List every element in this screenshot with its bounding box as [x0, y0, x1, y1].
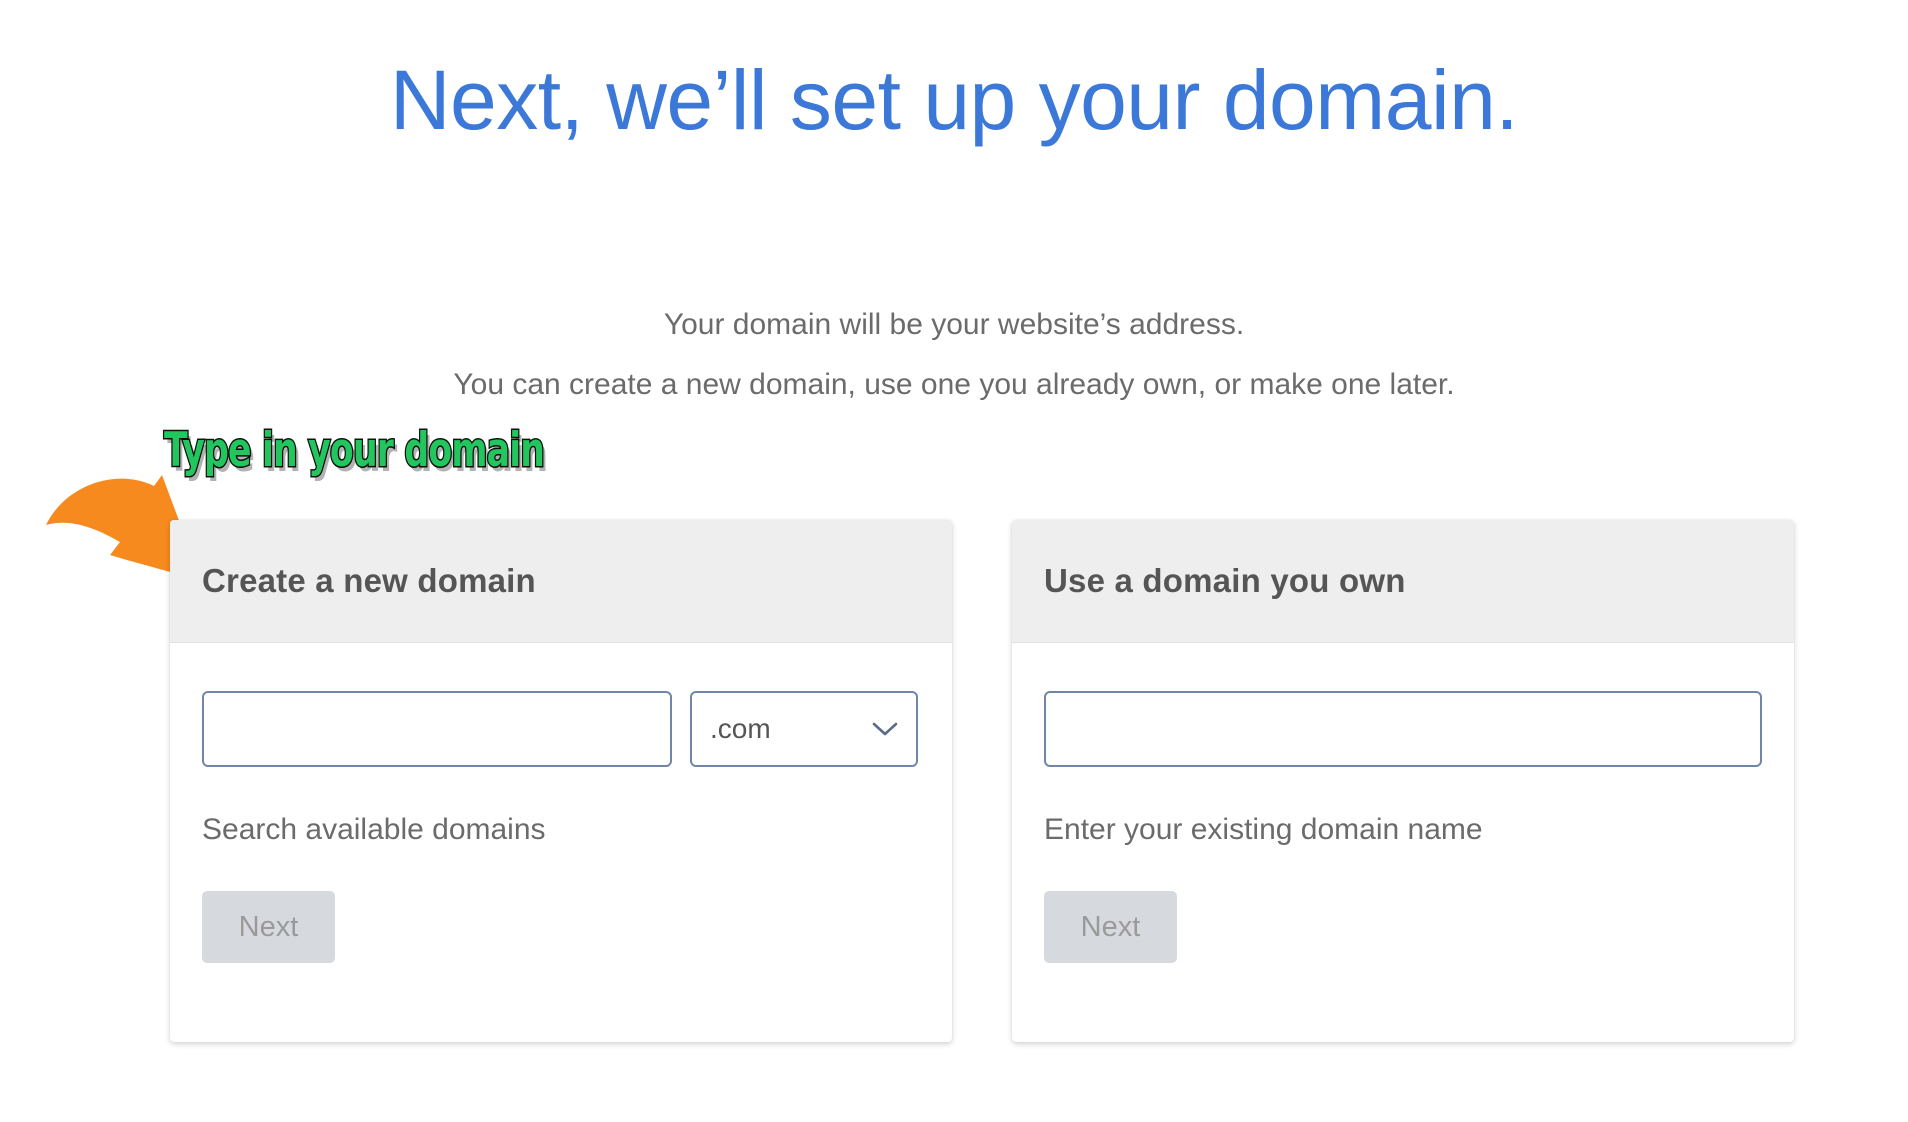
card-create-new-domain-body: .com Search available domains Next: [170, 643, 952, 963]
card-use-own-domain-body: Enter your existing domain name Next: [1012, 643, 1794, 963]
existing-domain-helper-label: Enter your existing domain name: [1044, 813, 1483, 846]
existing-domain-input[interactable]: [1044, 691, 1762, 767]
new-domain-input[interactable]: [202, 691, 672, 767]
page-title: Next, we’ll set up your domain.: [389, 53, 1519, 147]
annotation-label: Type in your domain: [163, 422, 546, 479]
card-use-own-domain-title: Use a domain you own: [1044, 562, 1406, 599]
domain-options-container: Create a new domain .com Search availabl…: [0, 520, 1908, 1060]
tld-select[interactable]: .com: [690, 691, 918, 767]
create-new-domain-next-button[interactable]: Next: [202, 891, 335, 963]
new-domain-helper-label: Search available domains: [202, 813, 546, 846]
subtitle-line-2: You can create a new domain, use one you…: [453, 368, 1455, 401]
existing-domain-field-row: [1044, 691, 1762, 767]
tld-select-value: .com: [710, 713, 771, 744]
card-create-new-domain-header: Create a new domain: [170, 520, 952, 643]
new-domain-field-row: .com: [202, 691, 920, 767]
subtitle-line-1: Your domain will be your website’s addre…: [663, 308, 1245, 341]
card-create-new-domain: Create a new domain .com Search availabl…: [170, 520, 952, 1042]
use-own-domain-next-button[interactable]: Next: [1044, 891, 1177, 963]
chevron-down-icon: [872, 721, 898, 737]
page-subtitle: Your domain will be your website’s addre…: [0, 295, 1908, 415]
card-create-new-domain-title: Create a new domain: [202, 562, 536, 599]
card-use-own-domain-header: Use a domain you own: [1012, 520, 1794, 643]
card-use-own-domain: Use a domain you own Enter your existing…: [1012, 520, 1794, 1042]
